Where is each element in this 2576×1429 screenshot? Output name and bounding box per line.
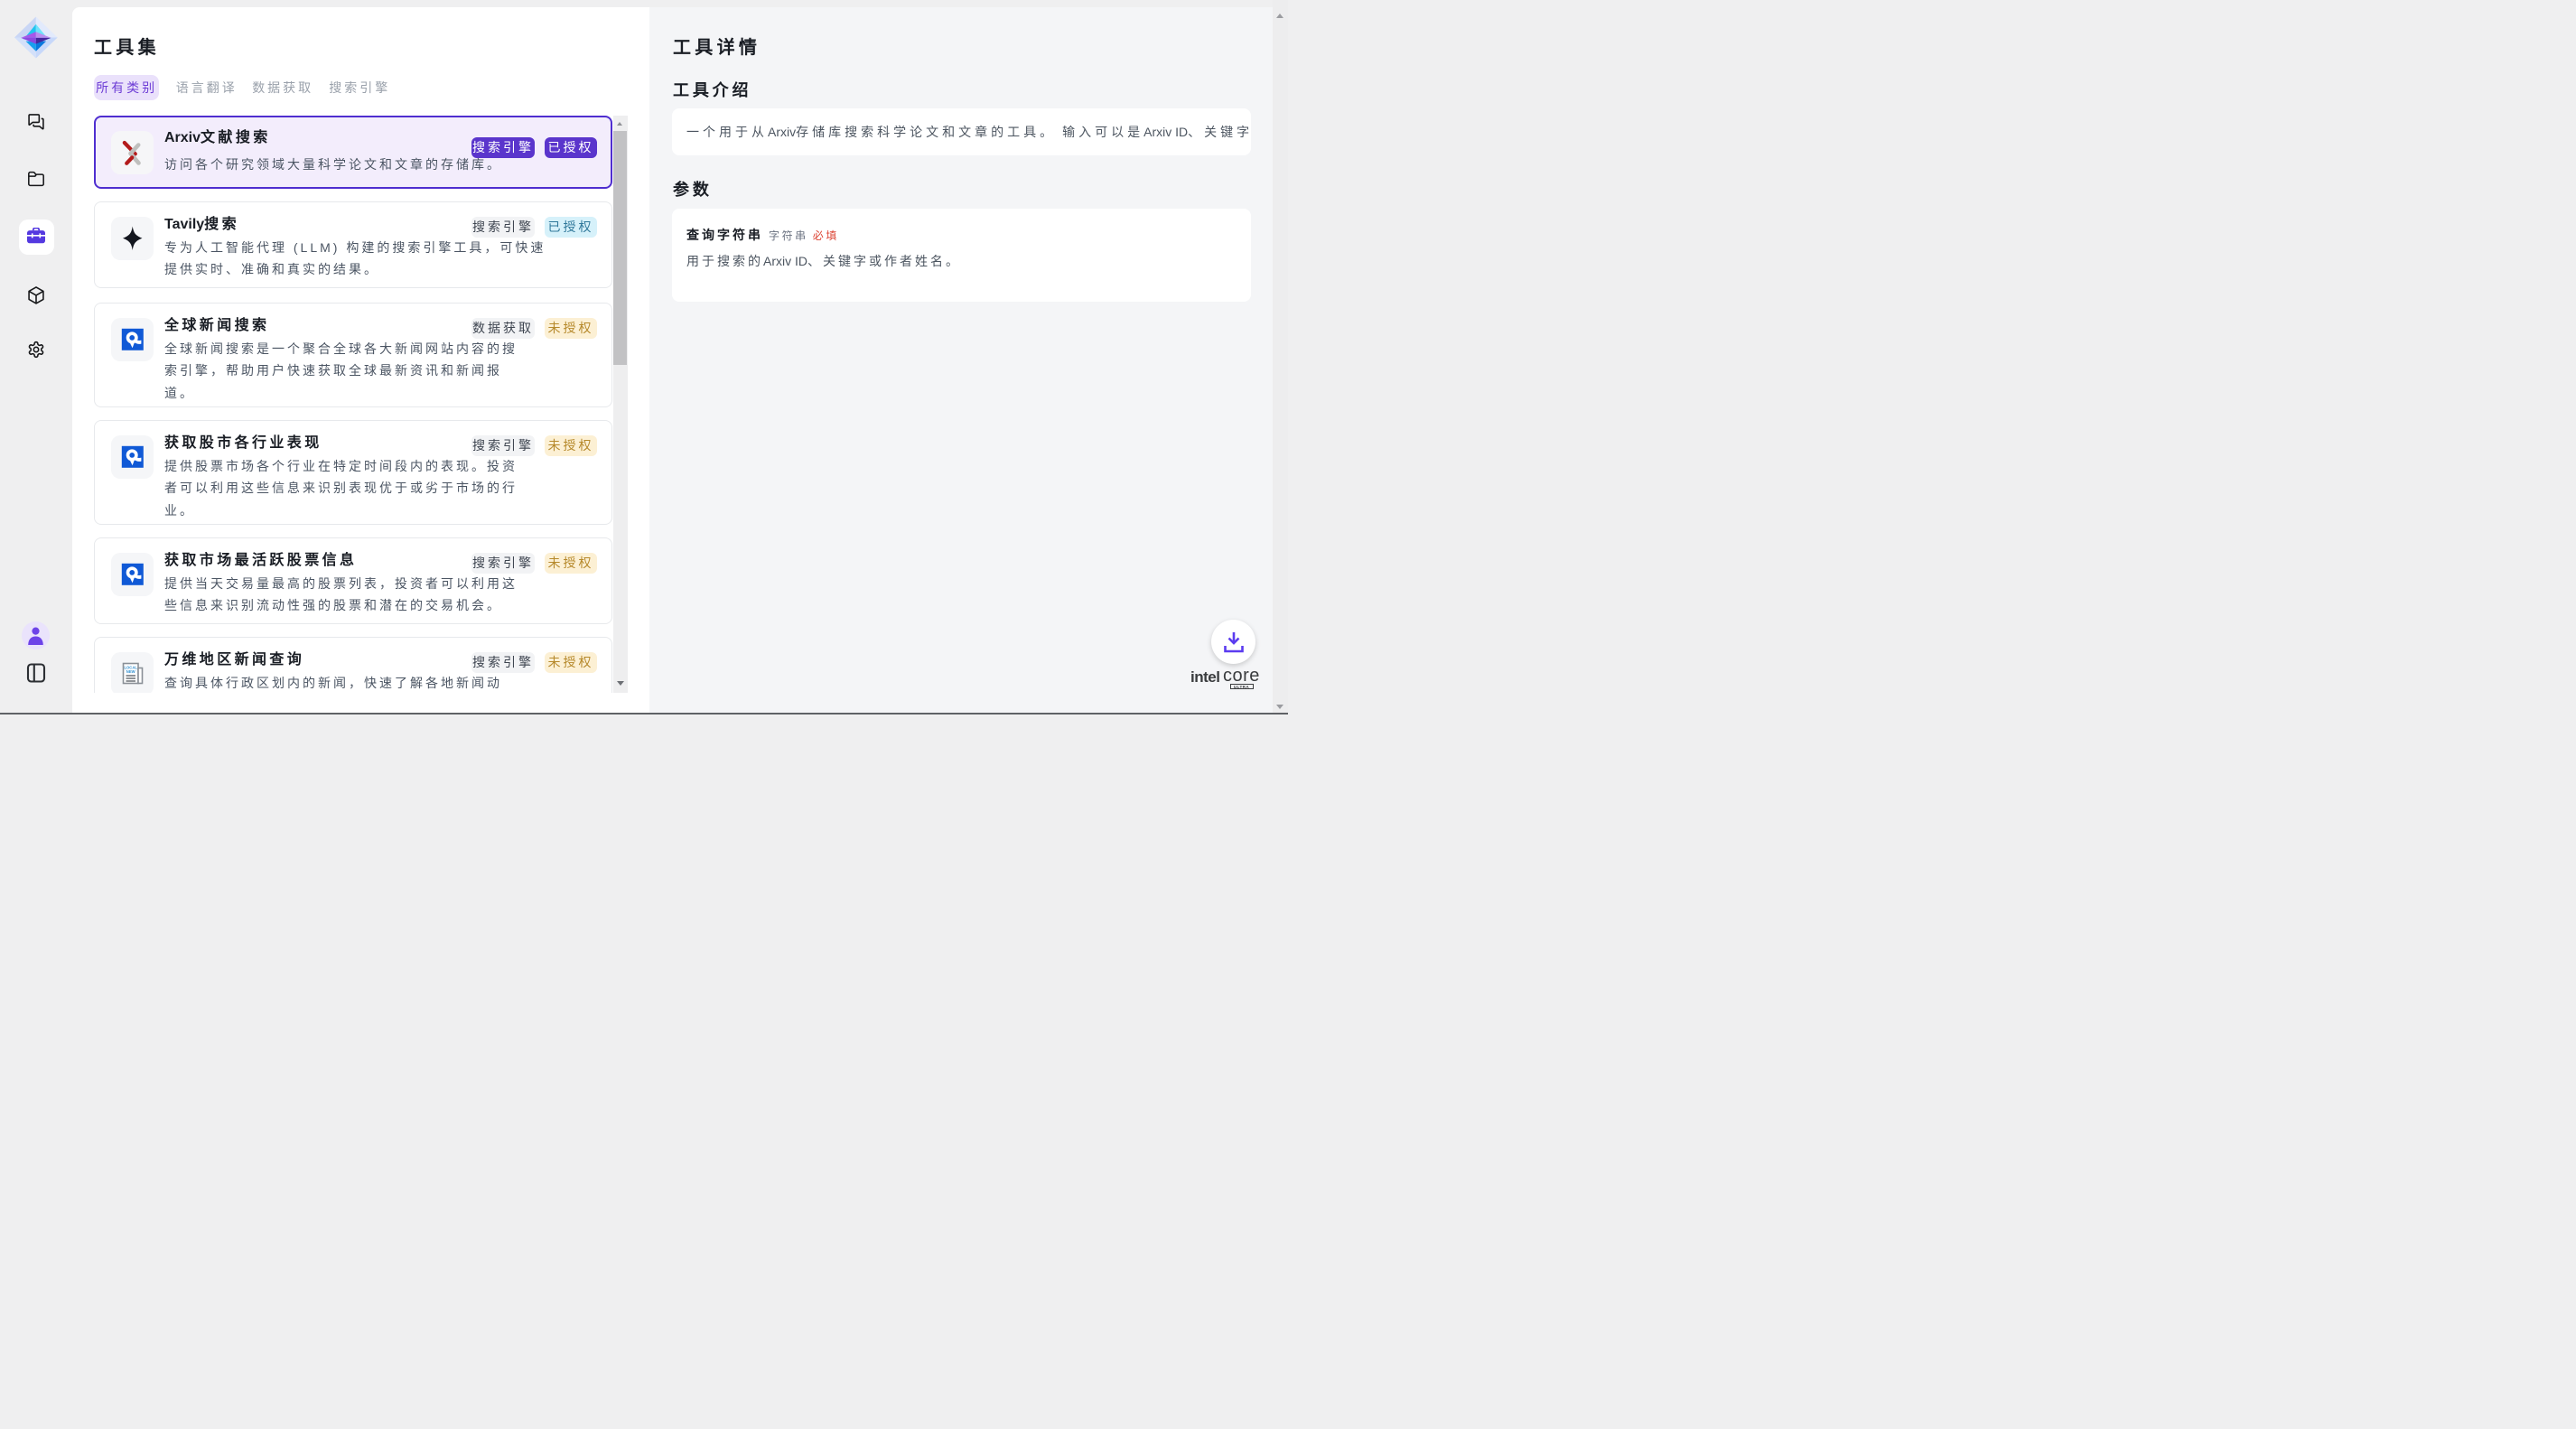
svg-text:NEW: NEW bbox=[126, 669, 135, 674]
